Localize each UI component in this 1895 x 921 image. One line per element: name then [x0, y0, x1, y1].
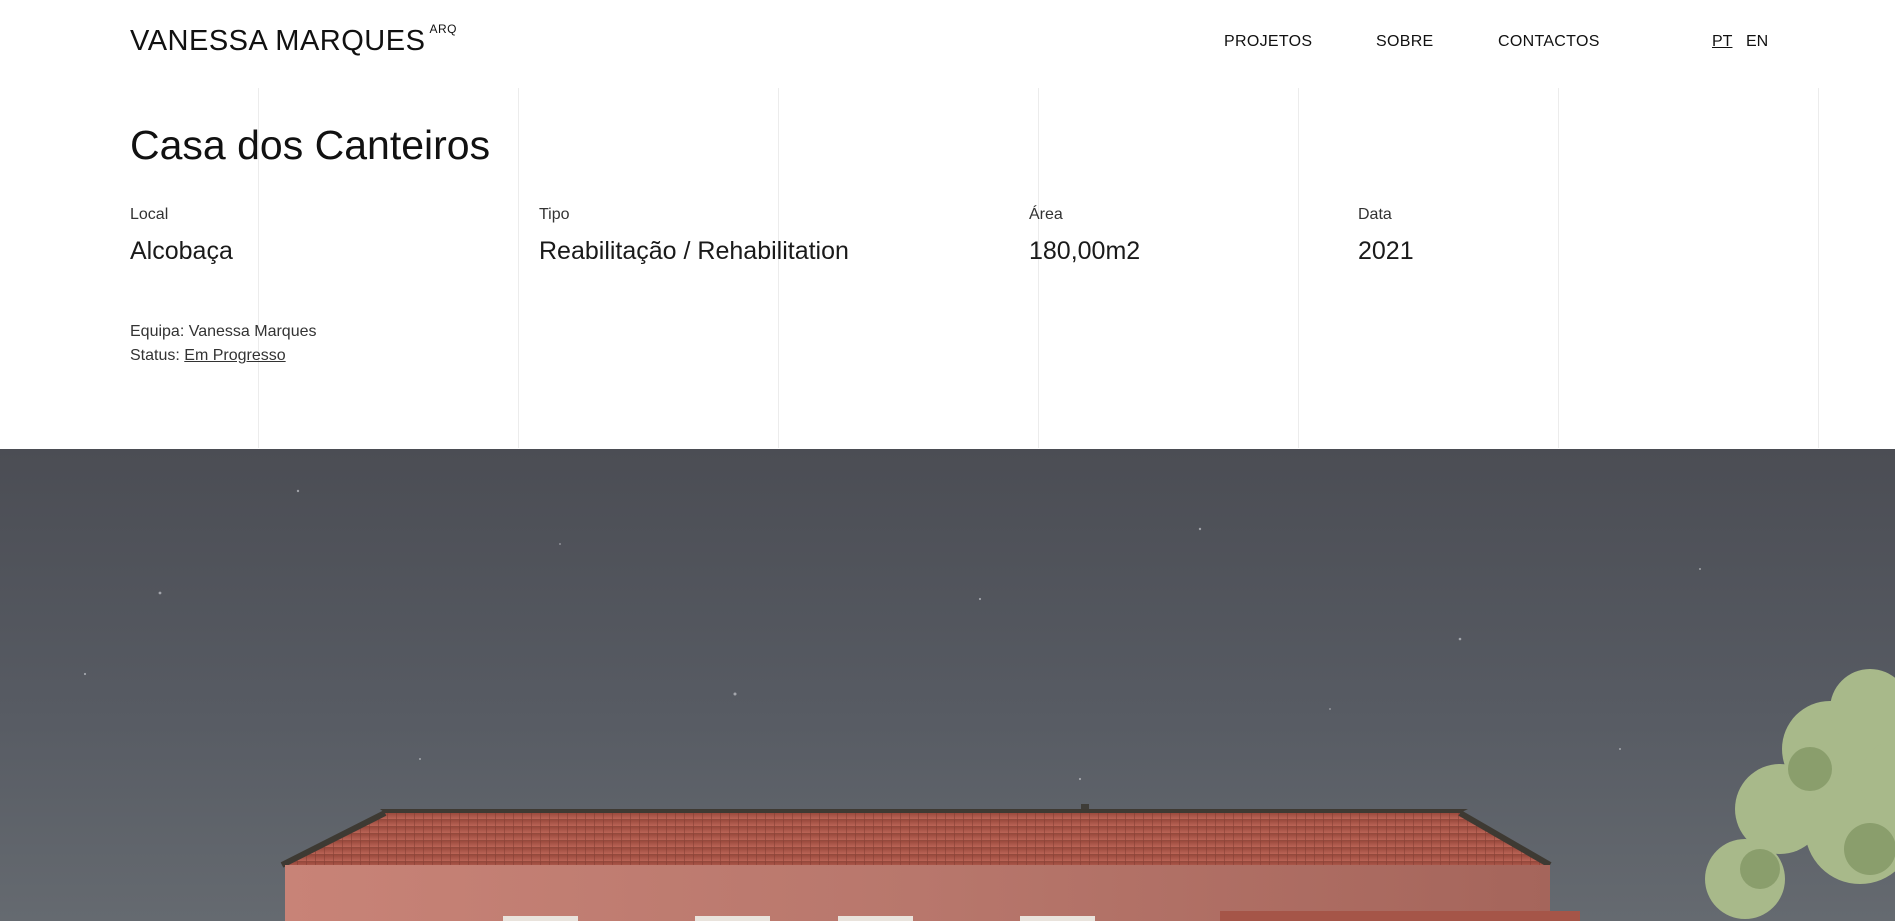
- grid-line: [1558, 88, 1559, 448]
- project-title: Casa dos Canteiros: [130, 122, 491, 168]
- nav-link-sobre[interactable]: SOBRE: [1376, 33, 1434, 51]
- meta-value-data: 2021: [1358, 237, 1414, 265]
- status-label: Status:: [130, 347, 180, 364]
- language-en[interactable]: EN: [1746, 33, 1768, 51]
- nav-link-contactos[interactable]: CONTACTOS: [1498, 33, 1600, 51]
- meta-value-area: 180,00m2: [1029, 237, 1141, 265]
- meta-label-area: Área: [1029, 206, 1063, 223]
- grid-line: [518, 88, 519, 448]
- project-team: Equipa: Vanessa Marques: [130, 323, 317, 341]
- logo-text: VANESSA MARQUES: [130, 25, 426, 57]
- project-status: Status: Em Progresso: [130, 347, 286, 365]
- meta-value-tipo: Reabilitação / Rehabilitation: [539, 237, 849, 265]
- nav-link-projetos[interactable]: PROJETOS: [1224, 33, 1312, 51]
- logo-suffix: ARQ: [429, 22, 457, 37]
- hero-image: [0, 449, 1895, 921]
- meta-label-data: Data: [1358, 206, 1392, 223]
- site-logo[interactable]: VANESSA MARQUES ARQ: [130, 22, 457, 58]
- grid-line: [1818, 88, 1819, 448]
- meta-label-tipo: Tipo: [539, 206, 570, 223]
- meta-value-local: Alcobaça: [130, 237, 233, 265]
- house-render-image: [0, 449, 1895, 921]
- grid-line: [1298, 88, 1299, 448]
- team-value: Vanessa Marques: [188, 323, 317, 340]
- site-header: VANESSA MARQUES ARQ PROJETOS SOBRE CONTAC…: [0, 0, 1895, 88]
- team-label: Equipa:: [130, 323, 185, 340]
- grid-line: [778, 88, 779, 448]
- meta-label-local: Local: [130, 206, 169, 223]
- status-link[interactable]: Em Progresso: [184, 347, 285, 364]
- grid-line: [1038, 88, 1039, 448]
- project-page: VANESSA MARQUES ARQ PROJETOS SOBRE CONTAC…: [0, 0, 1895, 921]
- language-pt[interactable]: PT: [1712, 33, 1732, 51]
